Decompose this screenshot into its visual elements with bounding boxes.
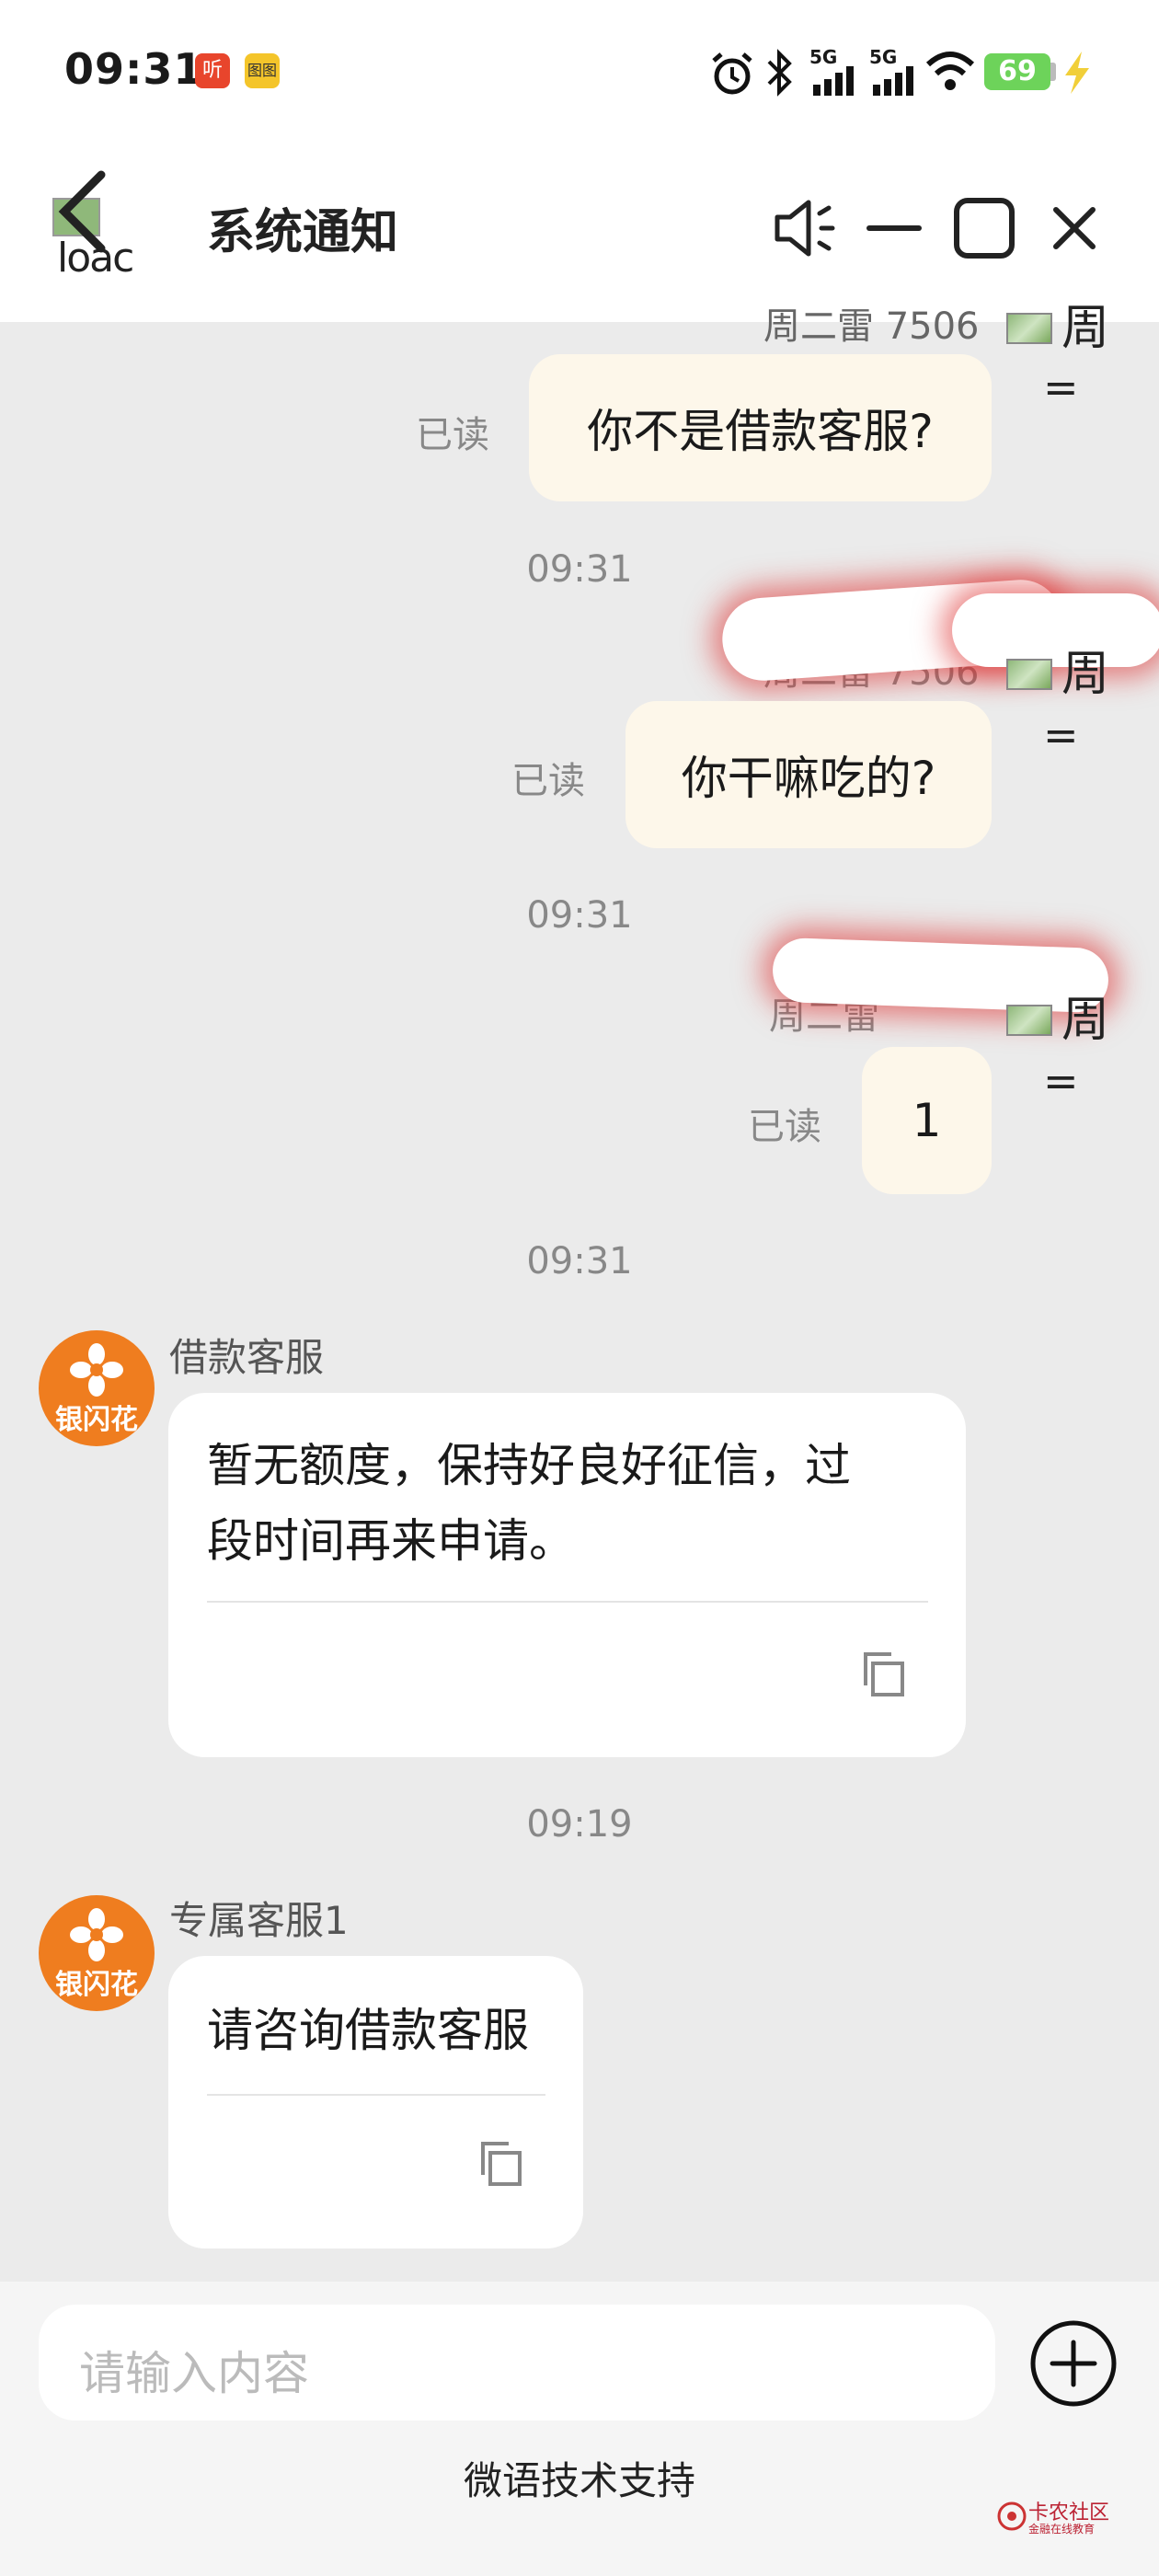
- alarm-icon: [712, 52, 752, 95]
- avatar-image: [1006, 659, 1052, 690]
- page-title: 系统通知: [207, 205, 399, 260]
- divider: [207, 2094, 545, 2096]
- copy-icon[interactable]: [476, 2138, 527, 2190]
- flower-logo-icon: [70, 1908, 123, 1961]
- agent-avatar: 银闪花: [39, 1895, 155, 2011]
- avatar-image: [1006, 313, 1052, 344]
- avatar-text: 周: [1061, 647, 1110, 702]
- redaction-mark: [771, 937, 1110, 1014]
- watermark-subtext: 金融在线教育: [1028, 2523, 1096, 2536]
- outgoing-message[interactable]: 你不是借款客服?: [529, 354, 992, 501]
- bluetooth-icon: [767, 49, 792, 97]
- copy-icon[interactable]: [858, 1649, 910, 1700]
- redaction-mark: [952, 593, 1159, 667]
- timestamp: 09:31: [526, 1240, 633, 1282]
- app-notification-icon: 听: [195, 53, 230, 88]
- sender-name: 专属客服1: [169, 1898, 349, 1943]
- read-status: 已读: [748, 1106, 821, 1148]
- wifi-icon: [925, 52, 975, 90]
- close-icon[interactable]: [1038, 191, 1111, 265]
- speaker-icon[interactable]: [768, 191, 842, 265]
- broken-image-alt: loac: [57, 235, 134, 282]
- signal-icon: [813, 66, 854, 96]
- app-notification-icon: 图图: [245, 53, 280, 88]
- divider: [207, 1601, 928, 1603]
- avatar-label: 银闪花: [55, 1969, 138, 2001]
- incoming-message[interactable]: 暂无额度，保持好良好征信，过 段时间再来申请。: [168, 1393, 966, 1757]
- avatar-text: 周: [1061, 993, 1110, 1048]
- charging-icon: [1065, 52, 1089, 94]
- message-text: 暂无额度，保持好良好征信，过: [207, 1439, 851, 1492]
- avatar-text: 周: [1061, 301, 1110, 356]
- timestamp: 09:31: [526, 894, 633, 937]
- message-text: 段时间再来申请。: [207, 1514, 575, 1568]
- outgoing-message[interactable]: 你干嘛吃的?: [625, 701, 992, 848]
- message-text: 请咨询借款客服: [207, 2004, 529, 2057]
- outgoing-message[interactable]: 1: [862, 1047, 992, 1194]
- battery-icon: 69: [984, 53, 1050, 90]
- avatar-image: [1006, 1005, 1052, 1036]
- avatar-label: 银闪花: [55, 1404, 138, 1436]
- message-input-placeholder: 请输入内容: [79, 2347, 309, 2400]
- support-credit: 微语技术支持: [463, 2458, 695, 2503]
- maximize-icon[interactable]: [947, 191, 1021, 265]
- avatar-sub: =: [1043, 362, 1079, 412]
- read-status: 已读: [416, 414, 489, 456]
- avatar-sub: =: [1043, 1056, 1079, 1106]
- avatar-sub: =: [1043, 710, 1079, 760]
- incoming-message[interactable]: 请咨询借款客服: [168, 1956, 583, 2248]
- read-status: 已读: [511, 760, 585, 802]
- status-time: 09:31: [64, 44, 204, 94]
- minimize-icon[interactable]: [858, 191, 932, 265]
- signal-icon: [873, 66, 913, 96]
- sender-name: 借款客服: [169, 1335, 325, 1380]
- timestamp: 09:19: [526, 1803, 633, 1846]
- sender-nick: 周二雷 7506: [763, 305, 980, 348]
- flower-logo-icon: [70, 1343, 123, 1397]
- add-attachment-icon[interactable]: [1028, 2318, 1119, 2409]
- agent-avatar: 银闪花: [39, 1330, 155, 1446]
- battery-tip: [1050, 63, 1056, 81]
